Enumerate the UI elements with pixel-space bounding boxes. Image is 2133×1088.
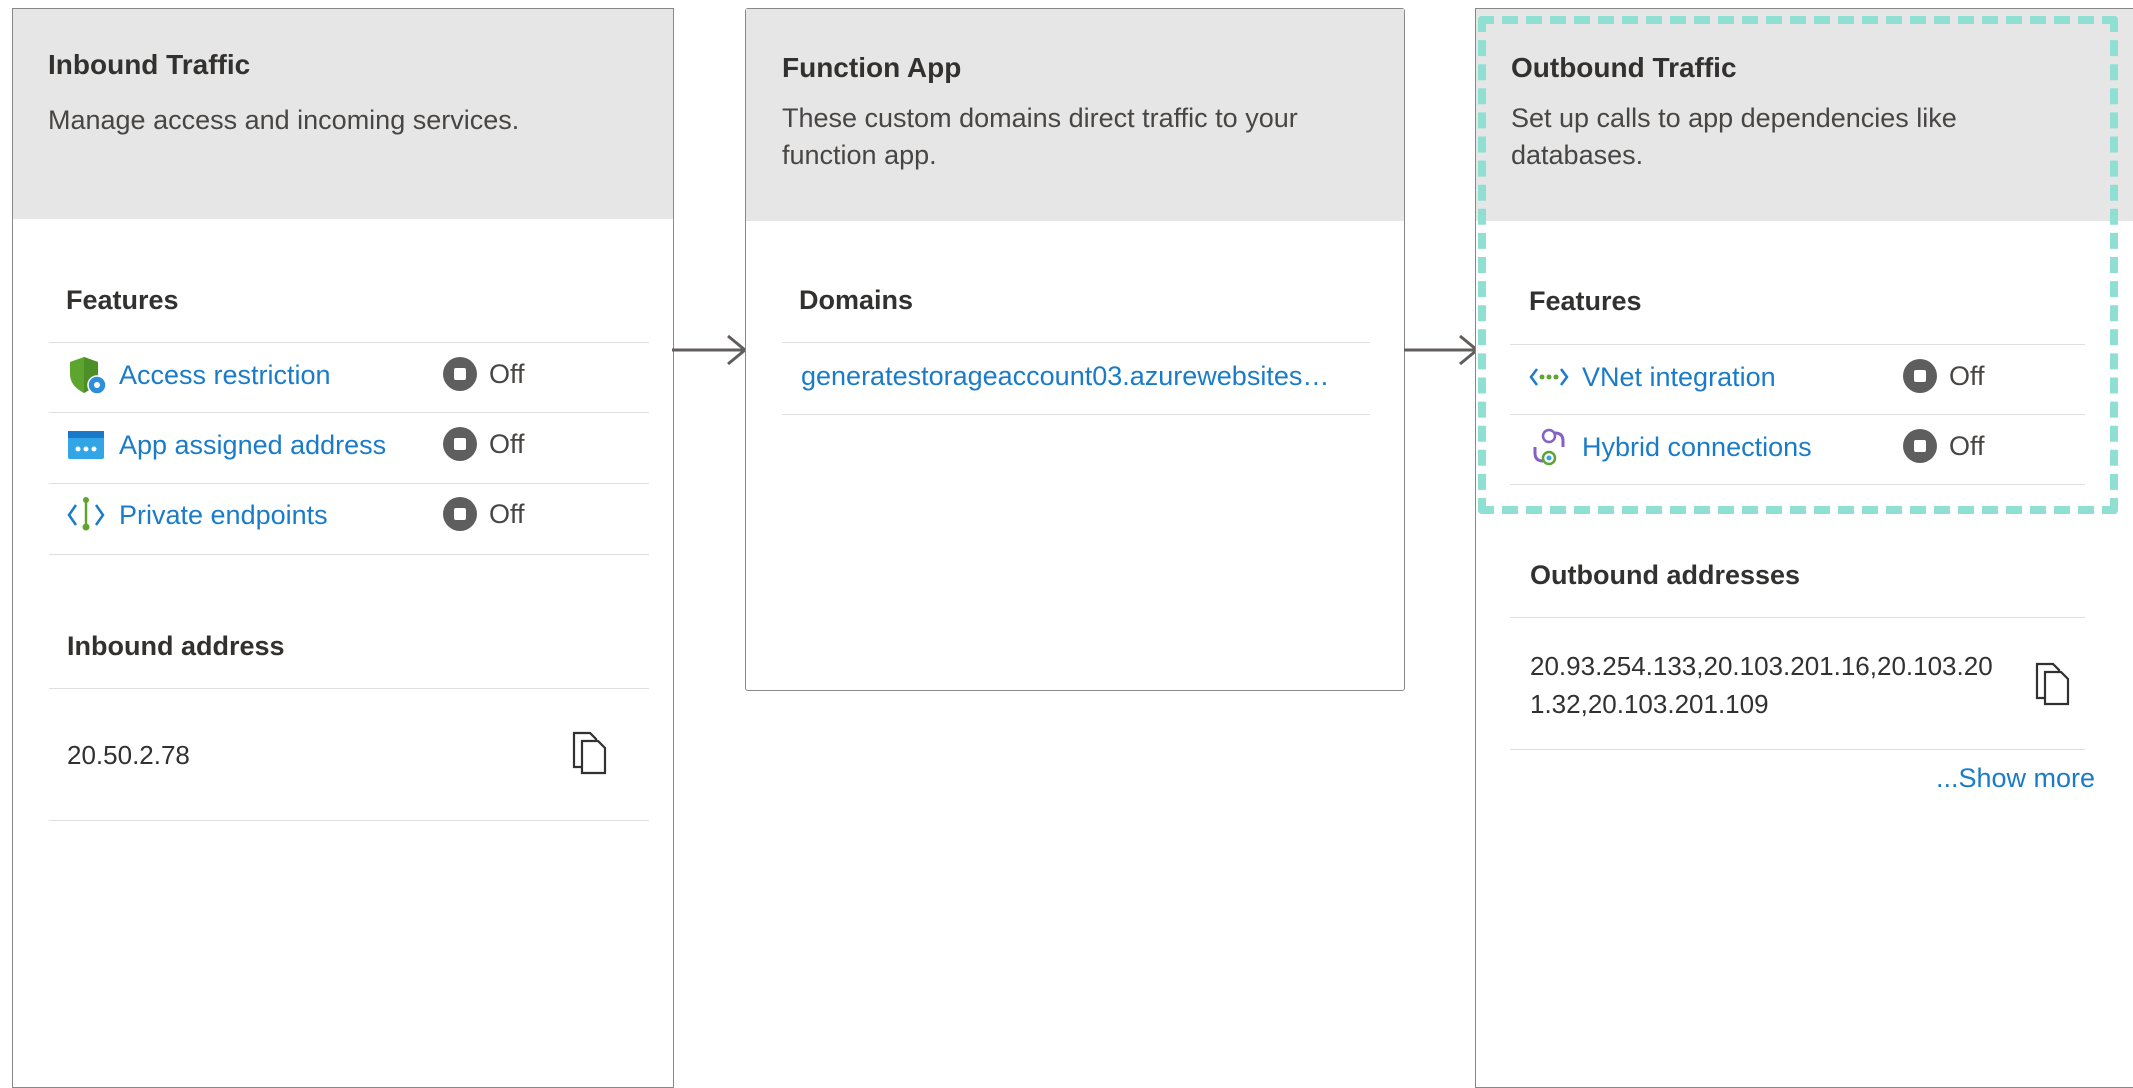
shield-icon xyxy=(65,354,107,396)
private-endpoints-link[interactable]: Private endpoints xyxy=(119,500,328,531)
divider xyxy=(1510,749,2085,750)
outbound-title: Outbound Traffic xyxy=(1511,52,1737,83)
divider xyxy=(49,688,649,689)
feature-row-access-restriction: Access restriction xyxy=(65,340,331,410)
status-off-icon xyxy=(1903,359,1937,393)
hybrid-connection-icon xyxy=(1528,426,1570,468)
copy-outbound-addresses-button[interactable] xyxy=(2033,660,2073,706)
inbound-title: Inbound Traffic xyxy=(48,49,251,80)
status-text: Off xyxy=(489,498,525,529)
status-text: Off xyxy=(489,428,525,459)
divider xyxy=(49,820,649,821)
hybrid-connections-status: Off xyxy=(1903,429,1985,463)
outbound-traffic-card: Outbound Traffic Set up calls to app dep… xyxy=(1475,8,2133,1088)
inbound-description: Manage access and incoming services. xyxy=(48,105,520,135)
inbound-features-heading: Features xyxy=(66,285,179,315)
outbound-addresses-heading: Outbound addresses xyxy=(1530,560,1801,590)
domain-link[interactable]: generatestorageaccount03.azurewebsites… xyxy=(801,361,1329,391)
hybrid-connections-link[interactable]: Hybrid connections xyxy=(1582,432,1812,463)
divider xyxy=(782,414,1370,415)
app-assigned-address-status: Off xyxy=(443,427,525,461)
inbound-address-heading: Inbound address xyxy=(67,631,285,661)
divider xyxy=(1510,484,2085,485)
access-restriction-status: Off xyxy=(443,357,525,391)
inbound-traffic-card: Inbound Traffic Manage access and incomi… xyxy=(12,8,674,1088)
feature-row-hybrid-connections: Hybrid connections xyxy=(1528,412,1812,482)
function-app-title: Function App xyxy=(782,52,962,83)
app-address-icon xyxy=(65,424,107,466)
vnet-integration-link[interactable]: VNet integration xyxy=(1582,362,1776,393)
private-endpoint-icon xyxy=(65,494,107,536)
function-app-description: These custom domains direct traffic to y… xyxy=(782,103,1298,170)
copy-inbound-address-button[interactable] xyxy=(570,729,610,775)
show-more-link[interactable]: ...Show more xyxy=(1936,763,2095,794)
status-off-icon xyxy=(443,497,477,531)
function-app-card: Function App These custom domains direct… xyxy=(745,8,1405,691)
outbound-features-heading: Features xyxy=(1529,286,1642,316)
vnet-icon xyxy=(1528,356,1570,398)
status-text: Off xyxy=(489,358,525,389)
status-text: Off xyxy=(1949,360,1985,391)
domain-row: generatestorageaccount03.azurewebsites… xyxy=(801,361,1341,392)
domains-heading: Domains xyxy=(799,285,914,315)
feature-row-private-endpoints: Private endpoints xyxy=(65,480,328,550)
status-off-icon xyxy=(1903,429,1937,463)
vnet-integration-status: Off xyxy=(1903,359,1985,393)
private-endpoints-status: Off xyxy=(443,497,525,531)
copy-icon xyxy=(572,731,607,775)
feature-row-vnet-integration: VNet integration xyxy=(1528,342,1776,412)
status-text: Off xyxy=(1949,430,1985,461)
access-restriction-link[interactable]: Access restriction xyxy=(119,360,331,391)
feature-row-app-assigned-address: App assigned address xyxy=(65,410,386,480)
outbound-description: Set up calls to app dependencies like da… xyxy=(1511,103,1957,170)
outbound-addresses-value: 20.93.254.133,20.103.201.16,20.103.201.3… xyxy=(1530,651,1993,719)
divider xyxy=(1510,617,2085,618)
arrow-right-icon xyxy=(1404,334,1480,366)
status-off-icon xyxy=(443,427,477,461)
app-assigned-address-link[interactable]: App assigned address xyxy=(119,430,386,461)
divider xyxy=(49,554,649,555)
arrow-right-icon xyxy=(672,334,748,366)
status-off-icon xyxy=(443,357,477,391)
copy-icon xyxy=(2035,662,2070,706)
divider xyxy=(782,342,1370,343)
inbound-address-value: 20.50.2.78 xyxy=(67,740,190,770)
